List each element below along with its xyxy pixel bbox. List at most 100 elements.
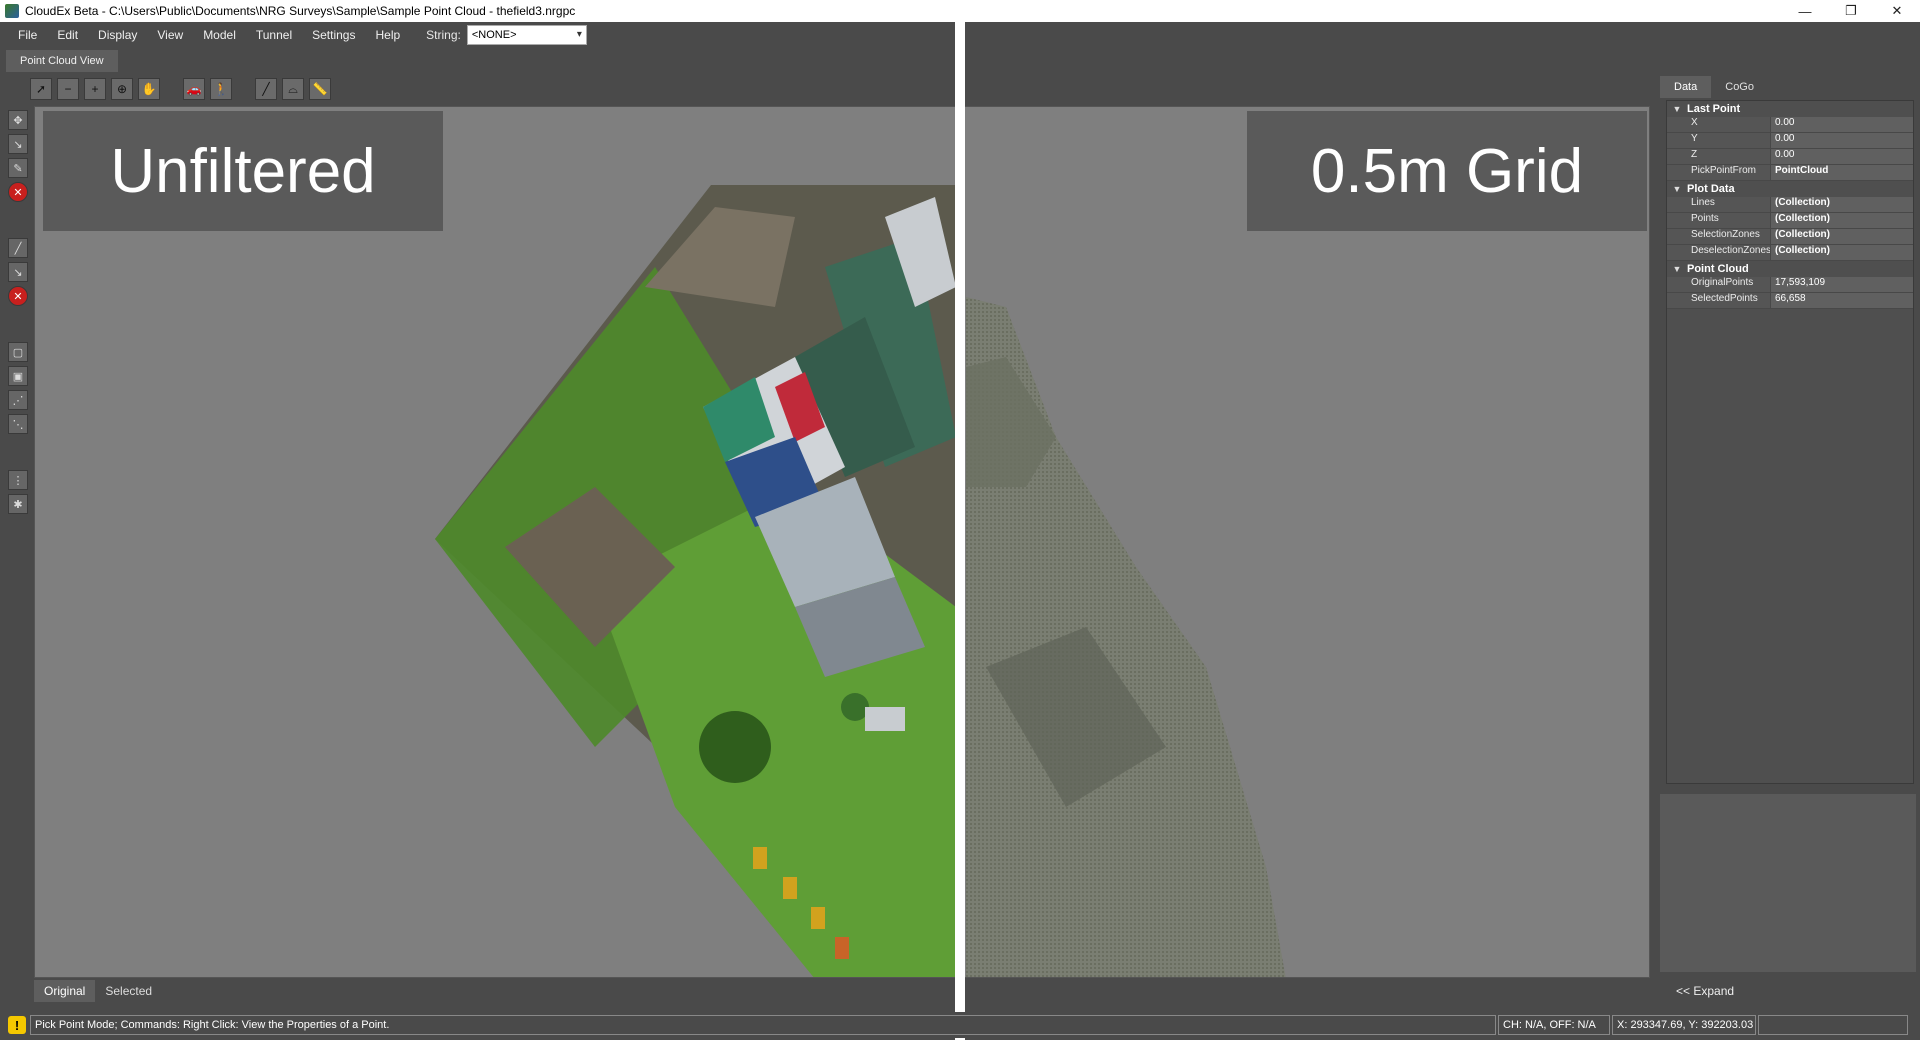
selection-zone-icon[interactable]: ▢ (8, 342, 28, 362)
draw-line-icon[interactable]: ╱ (8, 238, 28, 258)
property-value: 0.00 (1771, 117, 1913, 133)
property-value: (Collection) (1771, 245, 1913, 261)
property-row[interactable]: OriginalPoints 17,593,109 (1667, 277, 1913, 293)
properties-panel: Data CoGo ▼ Last Point X 0.00 Y 0.00 Z 0.00… (1660, 76, 1916, 976)
category-label: Last Point (1687, 103, 1741, 115)
line-tool-icon[interactable]: ╱ (255, 78, 277, 100)
menu-edit[interactable]: Edit (47, 28, 88, 42)
close-button[interactable]: ✕ (1874, 0, 1920, 22)
chevron-down-icon: ▾ (576, 29, 582, 40)
category-point-cloud[interactable]: ▼ Point Cloud (1667, 261, 1913, 277)
property-key: Z (1667, 149, 1771, 165)
tab-original[interactable]: Original (34, 980, 96, 1002)
property-key: X (1667, 117, 1771, 133)
title-bar: CloudEx Beta - C:\Users\Public\Documents… (0, 0, 1920, 22)
tab-point-cloud-view[interactable]: Point Cloud View (6, 50, 118, 72)
property-key: OriginalPoints (1667, 277, 1771, 293)
category-label: Point Cloud (1687, 263, 1749, 275)
category-label: Plot Data (1687, 183, 1735, 195)
chevron-down-icon: ▼ (1672, 264, 1682, 274)
menu-help[interactable]: Help (365, 28, 410, 42)
car-view-icon[interactable]: 🚗 (183, 78, 205, 100)
property-row[interactable]: Y 0.00 (1667, 133, 1913, 149)
surface-tool-icon[interactable]: ⌓ (282, 78, 304, 100)
warning-icon: ! (8, 1016, 26, 1034)
menu-model[interactable]: Model (193, 28, 246, 42)
minimize-button[interactable]: — (1782, 0, 1828, 22)
grid-label: 0.5m Grid (1247, 111, 1647, 231)
description-box (1660, 794, 1916, 972)
status-ch-off: CH: N/A, OFF: N/A (1498, 1015, 1610, 1035)
zoom-in-icon[interactable]: + (84, 78, 106, 100)
pan-hand-icon[interactable]: ✋ (138, 78, 160, 100)
menu-display[interactable]: Display (88, 28, 147, 42)
property-key: SelectionZones (1667, 229, 1771, 245)
clear-filter-icon[interactable]: ✱ (8, 494, 28, 514)
chevron-down-icon: ▼ (1672, 104, 1682, 114)
clear-lines-icon[interactable]: ✕ (8, 286, 28, 306)
clear-points-icon[interactable]: ✕ (8, 182, 28, 202)
property-row[interactable]: Z 0.00 (1667, 149, 1913, 165)
property-row[interactable]: DeselectionZones (Collection) (1667, 245, 1913, 261)
walk-view-icon[interactable]: 🚶 (210, 78, 232, 100)
property-key: Y (1667, 133, 1771, 149)
menu-tunnel[interactable]: Tunnel (246, 28, 302, 42)
property-row[interactable]: Lines (Collection) (1667, 197, 1913, 213)
property-value: (Collection) (1771, 229, 1913, 245)
category-plot-data[interactable]: ▼ Plot Data (1667, 181, 1913, 197)
property-value: 0.00 (1771, 133, 1913, 149)
tab-data[interactable]: Data (1660, 76, 1712, 98)
string-select[interactable]: <NONE> ▾ (466, 25, 587, 45)
app-icon (5, 4, 19, 18)
property-value: 0.00 (1771, 149, 1913, 165)
left-toolbar: ✥ ↘ ✎ ✕ ╱ ↘ ✕ ▢ ▣ ⋰ ⋱ ⋮ ✱ (5, 104, 29, 984)
view-toolbar: ➚ − + ⊕ ✋ 🚗 🚶 ╱ ⌓ 📏 (30, 76, 336, 102)
property-value: 17,593,109 (1771, 277, 1913, 293)
pick-line-icon[interactable]: ↘ (8, 262, 28, 282)
expand-button[interactable]: << Expand (1676, 984, 1734, 998)
property-value: PointCloud (1771, 165, 1913, 181)
property-key: DeselectionZones (1667, 245, 1771, 261)
category-last-point[interactable]: ▼ Last Point (1667, 101, 1913, 117)
status-coordinates: X: 293347.69, Y: 392203.03 (1612, 1015, 1756, 1035)
property-row[interactable]: PickPointFrom PointCloud (1667, 165, 1913, 181)
red-points-icon[interactable]: ⋰ (8, 390, 28, 410)
measure-tool-icon[interactable]: 📏 (309, 78, 331, 100)
property-value: 66,658 (1771, 293, 1913, 309)
menu-file[interactable]: File (8, 28, 47, 42)
view-tabs: Original Selected (34, 980, 162, 1002)
zoom-out-icon[interactable]: − (57, 78, 79, 100)
restore-button[interactable]: ❐ (1828, 0, 1874, 22)
deselection-zone-icon[interactable]: ▣ (8, 366, 28, 386)
property-grid: ▼ Last Point X 0.00 Y 0.00 Z 0.00 PickPoint… (1666, 100, 1914, 784)
property-row[interactable]: Points (Collection) (1667, 213, 1913, 229)
property-row[interactable]: X 0.00 (1667, 117, 1913, 133)
zoom-extents-icon[interactable]: ⊕ (111, 78, 133, 100)
property-row[interactable]: SelectedPoints 66,658 (1667, 293, 1913, 309)
status-message: Pick Point Mode; Commands: Right Click: … (30, 1015, 1496, 1035)
move-icon[interactable]: ✥ (8, 110, 28, 130)
property-key: Points (1667, 213, 1771, 229)
menu-settings[interactable]: Settings (302, 28, 365, 42)
scatter-points-icon[interactable]: ⋱ (8, 414, 28, 434)
property-key: PickPointFrom (1667, 165, 1771, 181)
window-title: CloudEx Beta - C:\Users\Public\Documents… (25, 4, 576, 18)
unfiltered-point-cloud (435, 185, 956, 977)
property-key: Lines (1667, 197, 1771, 213)
property-value: (Collection) (1771, 213, 1913, 229)
point-cloud-viewport[interactable]: Unfiltered 0.5m Grid (34, 106, 1650, 978)
document-tabstrip: Point Cloud View (0, 50, 1650, 72)
grid-filter-icon[interactable]: ⋮ (8, 470, 28, 490)
tab-cogo[interactable]: CoGo (1711, 76, 1768, 98)
tab-selected[interactable]: Selected (95, 980, 162, 1002)
property-value: (Collection) (1771, 197, 1913, 213)
string-label: String: (426, 28, 461, 42)
select-arrow-icon[interactable]: ➚ (30, 78, 52, 100)
split-divider (955, 22, 965, 1040)
property-row[interactable]: SelectionZones (Collection) (1667, 229, 1913, 245)
pick-color-icon[interactable]: ✎ (8, 158, 28, 178)
unfiltered-label: Unfiltered (43, 111, 443, 231)
pick-point-icon[interactable]: ↘ (8, 134, 28, 154)
status-extra (1758, 1015, 1908, 1035)
menu-view[interactable]: View (147, 28, 193, 42)
